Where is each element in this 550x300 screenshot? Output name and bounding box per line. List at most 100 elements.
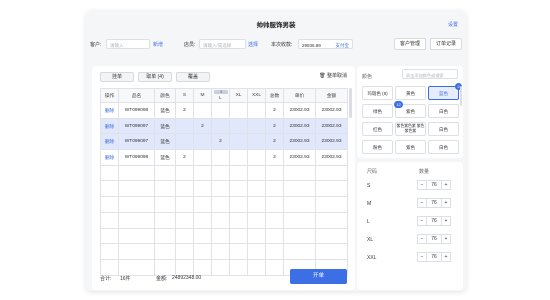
cell-size-xl[interactable] xyxy=(229,149,248,166)
cell-color: 蓝色 xyxy=(154,117,176,135)
customer-add-button[interactable]: 新增 xyxy=(153,41,163,48)
count-value: 16件 xyxy=(120,276,131,282)
table-header-row: 操作 品名 颜色 S M 3 L XL XXL 总数 单价 金额 xyxy=(100,88,348,103)
cell-total: 2 xyxy=(265,102,284,119)
settings-link[interactable]: 设置 xyxy=(448,21,458,28)
plus-button[interactable]: + xyxy=(441,216,451,226)
quantity-stepper: − 76 + xyxy=(417,198,451,208)
cell-total: 2 xyxy=(265,133,284,151)
color-scrollbar[interactable] xyxy=(460,86,462,106)
staff-input[interactable]: 请输入/或选择 xyxy=(199,39,246,49)
plus-button[interactable]: + xyxy=(441,198,451,208)
quantity-input[interactable]: 76 xyxy=(427,234,441,244)
color-chip[interactable]: 黄色 xyxy=(395,86,426,100)
cell-size-xxl[interactable] xyxy=(247,149,266,166)
cell-size-s[interactable]: 2 xyxy=(175,149,194,166)
retrieve-order-button[interactable]: 取单 (4) xyxy=(138,72,172,82)
cell-size-m[interactable] xyxy=(193,133,212,151)
size-label: XL xyxy=(367,237,374,243)
quantity-stepper: − 76 + xyxy=(417,180,451,190)
delete-row-button[interactable]: 删除 xyxy=(100,133,119,151)
empty-row xyxy=(100,243,348,260)
quantity-input[interactable]: 76 xyxy=(427,198,441,208)
cell-size-l[interactable] xyxy=(211,149,230,166)
submit-order-button[interactable]: 开单 xyxy=(290,269,347,284)
cell-size-xxl[interactable] xyxy=(247,102,266,119)
quantity-input[interactable]: 76 xyxy=(427,216,441,226)
clear-all-button[interactable]: 🗑 整单取消 xyxy=(319,72,347,79)
customer-management-button[interactable]: 客户管理 xyxy=(394,38,426,50)
size-quantity-panel: 尺码 数量 S − 76 + M − 76 + L − 76 + XL − 76… xyxy=(357,162,463,290)
cell-size-s[interactable]: 2 xyxy=(175,102,194,119)
clear-all-label: 整单取消 xyxy=(326,73,347,79)
color-chip[interactable]: 紫色紫色紫 紫色紫色紫 xyxy=(395,122,426,136)
color-picker-panel: 颜色 双击添加颜色或搜索 玛瑙色 (8) 黄色 蓝色 2 绿色 紫色 12 白色… xyxy=(357,66,463,158)
customer-input[interactable]: 请输入 xyxy=(106,39,150,49)
delete-row-button[interactable]: 删除 xyxy=(100,149,119,166)
column-header: 总数 xyxy=(265,88,284,103)
app-title: 帅帅服饰男装 xyxy=(256,22,296,29)
quantity-input[interactable]: 76 xyxy=(427,252,441,262)
color-chip-selected[interactable]: 蓝色 xyxy=(428,86,459,100)
table-row[interactable]: 删除 WT099097 蓝色 2 2 23002.93 23002.93 xyxy=(100,133,348,151)
minus-button[interactable]: − xyxy=(417,198,427,208)
staff-select-button[interactable]: 选择 xyxy=(248,41,258,48)
cell-price: 23002.93 xyxy=(283,102,316,119)
hold-order-button[interactable]: 挂单 xyxy=(100,72,134,82)
plus-button[interactable]: + xyxy=(441,180,451,190)
cell-amount: 23002.93 xyxy=(315,117,348,135)
table-row[interactable]: 删除 WT099097 蓝色 2 2 23002.93 23002.93 xyxy=(100,117,348,135)
size-label: XXL xyxy=(367,255,377,261)
color-chip[interactable]: 白色 xyxy=(428,122,459,136)
cell-size-s[interactable] xyxy=(175,133,194,151)
cell-size-m[interactable]: 2 xyxy=(193,117,212,135)
minus-button[interactable]: − xyxy=(417,234,427,244)
receivable-input[interactable]: 29936.89 支付宝 xyxy=(298,39,353,49)
delete-row-button[interactable]: 删除 xyxy=(100,102,119,119)
cell-size-xl[interactable] xyxy=(229,133,248,151)
table-row[interactable]: 删除 WT099098 蓝色 2 2 23002.93 23002.93 xyxy=(100,149,348,166)
color-chip[interactable]: 红色 xyxy=(362,122,393,136)
quantity-stepper: − 76 + xyxy=(417,252,451,262)
column-header: XL xyxy=(229,88,248,103)
color-chip[interactable]: 白色 xyxy=(428,104,459,118)
cell-size-s[interactable] xyxy=(175,117,194,135)
payment-method-select[interactable]: 支付宝 xyxy=(336,43,350,49)
plus-button[interactable]: + xyxy=(441,252,451,262)
cell-size-l[interactable] xyxy=(211,102,230,119)
cell-size-xl[interactable] xyxy=(229,117,248,135)
cell-size-l[interactable]: 2 xyxy=(211,133,230,151)
order-records-button[interactable]: 订单记录 xyxy=(430,38,462,50)
cell-size-xxl[interactable] xyxy=(247,133,266,151)
color-search-input[interactable]: 双击添加颜色或搜索 xyxy=(402,69,458,79)
overwrite-button[interactable]: 覆盖 xyxy=(176,72,210,82)
qty-column-header: 数量 xyxy=(419,169,430,175)
cell-size-m[interactable] xyxy=(193,149,212,166)
minus-button[interactable]: − xyxy=(417,216,427,226)
color-chip[interactable]: 绿色 xyxy=(362,104,393,118)
size-label: M xyxy=(367,201,372,207)
receivable-label: 本次收款: xyxy=(271,42,293,48)
cell-size-l[interactable] xyxy=(211,117,230,135)
empty-row xyxy=(100,196,348,213)
cell-total: 2 xyxy=(265,117,284,135)
cell-color: 蓝色 xyxy=(154,133,176,151)
cell-size-m[interactable] xyxy=(193,102,212,119)
color-chip[interactable]: 玛瑙色 (8) xyxy=(362,86,393,100)
table-row[interactable]: 删除 WT099098 蓝色 2 2 23002.93 23002.93 xyxy=(100,102,348,119)
cell-price: 23002.93 xyxy=(283,117,316,135)
plus-button[interactable]: + xyxy=(441,234,451,244)
color-chip[interactable]: 白色 xyxy=(428,140,459,154)
color-chip[interactable]: 粉色 xyxy=(362,140,393,154)
staff-label: 店员: xyxy=(184,42,196,48)
cell-size-xl[interactable] xyxy=(229,102,248,119)
minus-button[interactable]: − xyxy=(417,252,427,262)
cell-size-xxl[interactable] xyxy=(247,117,266,135)
table-scrollbar[interactable] xyxy=(349,88,352,118)
color-chip[interactable]: 紫色 xyxy=(395,140,426,154)
cell-amount: 23002.93 xyxy=(315,149,348,166)
empty-row xyxy=(100,164,348,182)
delete-row-button[interactable]: 删除 xyxy=(100,117,119,135)
minus-button[interactable]: − xyxy=(417,180,427,190)
quantity-input[interactable]: 76 xyxy=(427,180,441,190)
